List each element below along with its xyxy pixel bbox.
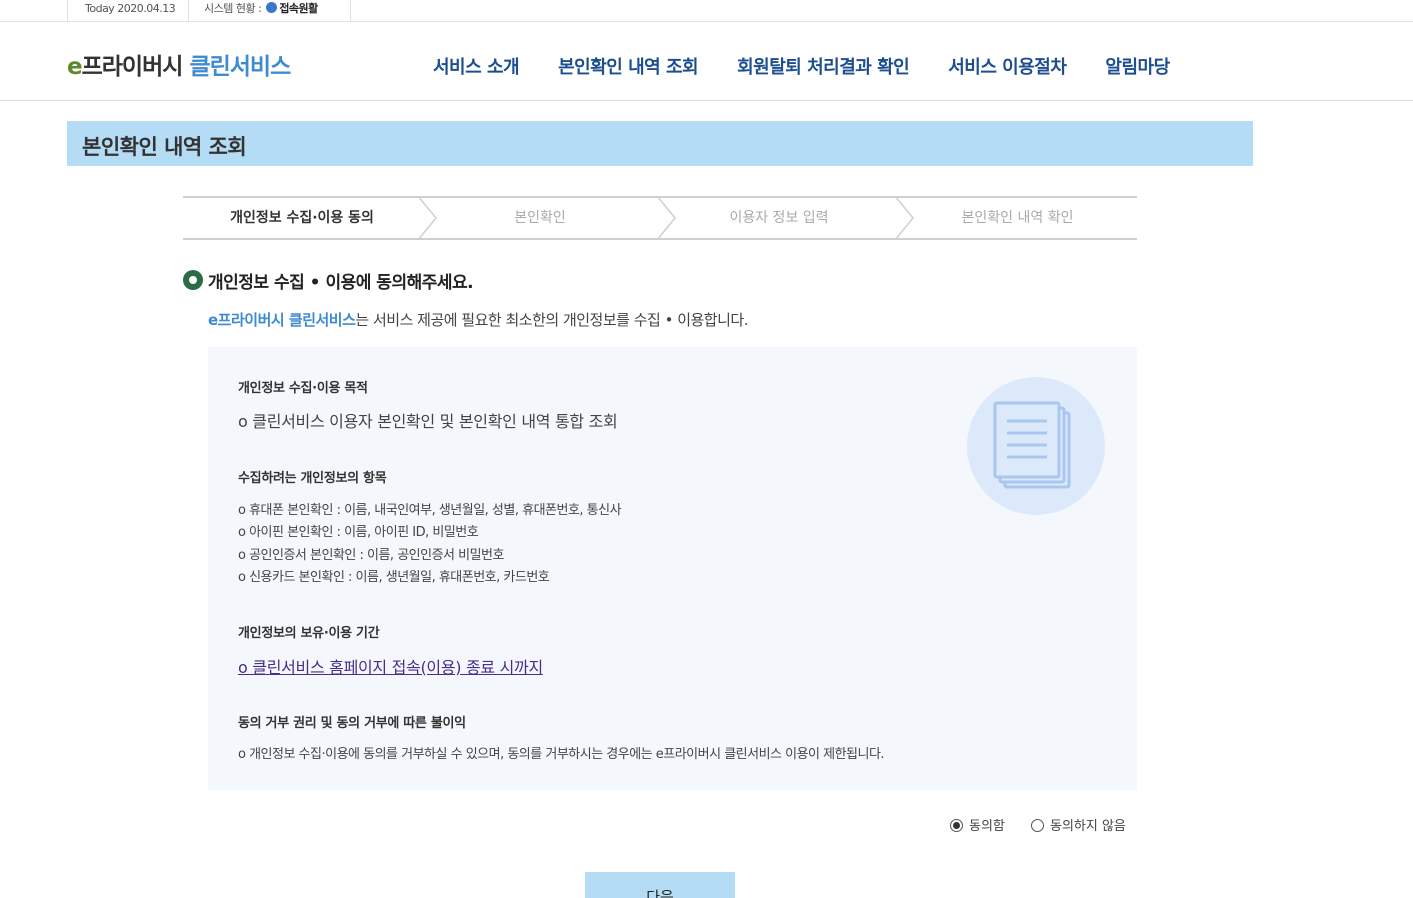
system-status: 시스템 현황 : 접속원활	[188, 0, 351, 21]
intro-brand: e프라이버시 클린서비스	[208, 311, 356, 329]
nav-service-intro[interactable]: 서비스 소개	[433, 53, 520, 79]
disagree-option[interactable]: 동의하지 않음	[1031, 815, 1126, 834]
agree-radio[interactable]	[950, 819, 963, 832]
item-mobile: o 휴대폰 본인확인 : 이름, 내국인여부, 생년월일, 성별, 휴대폰번호,…	[238, 503, 622, 518]
agree-option[interactable]: 동의함	[950, 815, 1005, 834]
system-status-value: 접속원활	[279, 2, 318, 15]
page-title: 본인확인 내역 조회	[82, 135, 247, 159]
section-intro: e프라이버시 클린서비스는 서비스 제공에 필요한 최소한의 개인정보를 수집 …	[208, 309, 748, 330]
system-status-label: 시스템 현황 :	[204, 2, 262, 15]
logo-clean-service: 클린서비스	[189, 54, 291, 80]
item-ipin: o 아이핀 본인확인 : 이름, 아이핀 ID, 비밀번호	[238, 525, 479, 540]
refusal-text: o 개인정보 수집·이용에 동의를 거부하실 수 있으며, 동의를 거부하시는 …	[238, 747, 885, 762]
period-link[interactable]: o 클린서비스 홈페이지 접속(이용) 종료 시까지	[238, 654, 543, 678]
items-heading: 수집하려는 개인정보의 항목	[238, 471, 387, 486]
item-credit-card: o 신용카드 본인확인 : 이름, 생년월일, 휴대폰번호, 카드번호	[238, 570, 550, 585]
nav-withdrawal-result[interactable]: 회원탈퇴 처리결과 확인	[737, 53, 910, 79]
consent-info-box: 개인정보 수집·이용 목적 o 클린서비스 이용자 본인확인 및 본인확인 내역…	[208, 347, 1137, 790]
site-logo[interactable]: e프라이버시 클린서비스	[67, 47, 291, 81]
disagree-radio[interactable]	[1031, 819, 1044, 832]
document-stack-icon	[967, 377, 1105, 515]
refusal-heading: 동의 거부 권리 및 동의 거부에 따른 불이익	[238, 716, 466, 731]
logo-privacy: 프라이버시	[81, 54, 184, 80]
section-title: 개인정보 수집 • 이용에 동의해주세요.	[208, 273, 474, 293]
section-bullet-icon	[183, 270, 203, 290]
step-indicator: 개인정보 수집·이용 동의 본인확인 이용자 정보 입력 본인확인 내역 확인	[183, 196, 1137, 240]
nav-service-procedure[interactable]: 서비스 이용절차	[948, 53, 1067, 79]
intro-text: 는 서비스 제공에 필요한 최소한의 개인정보를 수집 • 이용합니다.	[355, 311, 748, 329]
next-button[interactable]: 다음	[585, 872, 735, 898]
main-navigation: 서비스 소개 본인확인 내역 조회 회원탈퇴 처리결과 확인 서비스 이용절차 …	[433, 53, 1209, 79]
step-history-result: 본인확인 내역 확인	[961, 210, 1074, 226]
nav-identity-history[interactable]: 본인확인 내역 조회	[558, 53, 699, 79]
purpose-text: o 클린서비스 이용자 본인확인 및 본인확인 내역 통합 조회	[238, 412, 618, 431]
page-title-bar: 본인확인 내역 조회	[67, 121, 1253, 166]
disagree-label: 동의하지 않음	[1050, 819, 1126, 834]
purpose-heading: 개인정보 수집·이용 목적	[238, 381, 368, 396]
logo-e: e	[67, 54, 83, 80]
step-user-info: 이용자 정보 입력	[729, 210, 829, 226]
agree-label: 동의함	[969, 819, 1005, 834]
site-header: e프라이버시 클린서비스 서비스 소개 본인확인 내역 조회 회원탈퇴 처리결과…	[0, 22, 1413, 101]
today-date: Today 2020.04.13	[67, 0, 188, 21]
item-certificate: o 공인인증서 본인확인 : 이름, 공인인증서 비밀번호	[238, 548, 504, 563]
nav-notice[interactable]: 알림마당	[1105, 53, 1170, 79]
step-identity-check: 본인확인	[514, 210, 566, 226]
top-utility-bar: Today 2020.04.13 시스템 현황 : 접속원활	[0, 0, 1413, 22]
step-consent: 개인정보 수집·이용 동의	[230, 210, 374, 226]
period-heading: 개인정보의 보유·이용 기간	[238, 626, 380, 641]
status-dot-icon	[266, 2, 278, 13]
